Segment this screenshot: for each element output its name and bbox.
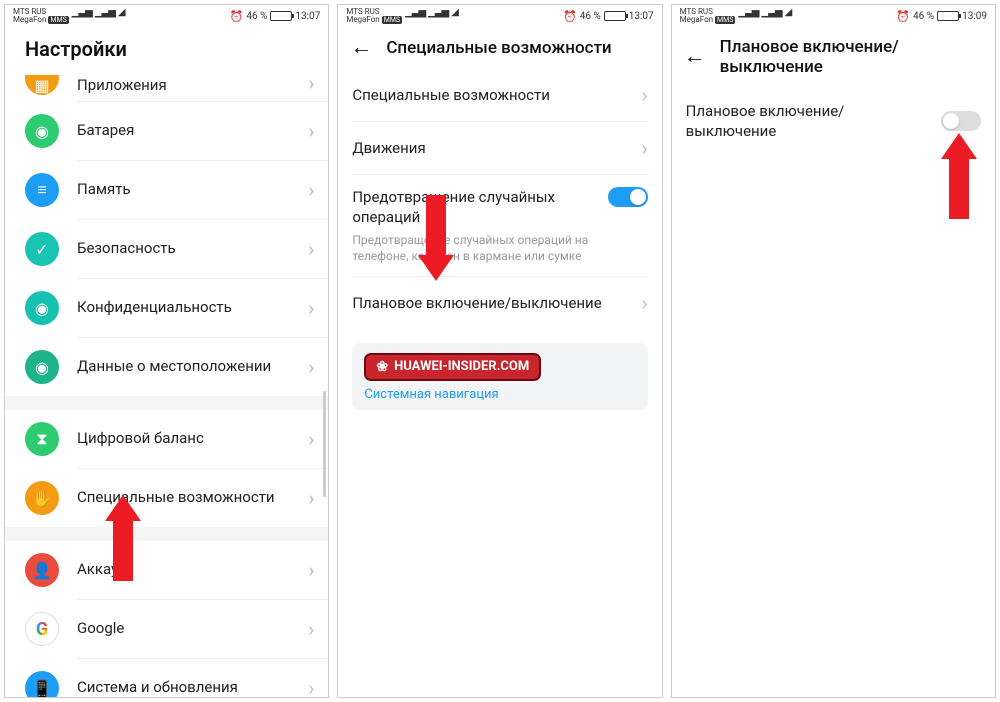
- shield-icon: ✓: [25, 232, 59, 266]
- carrier-2: MegaFon: [13, 15, 46, 24]
- watermark-pill: ❀ HUAWEI-INSIDER.COM: [364, 353, 541, 381]
- hourglass-icon: ⧗: [25, 422, 59, 456]
- row-label: Данные о местоположении: [77, 357, 308, 377]
- watermark-card: ❀ HUAWEI-INSIDER.COM Системная навигация: [352, 343, 647, 410]
- mms-badge: MMS: [48, 16, 68, 24]
- back-button[interactable]: ←: [684, 46, 706, 68]
- signal-icon: ▁▃▅: [428, 8, 448, 18]
- toggle-prevent-accidental[interactable]: [608, 187, 648, 207]
- row-motions[interactable]: Движения ›: [338, 122, 661, 174]
- chevron-right-icon: ›: [308, 178, 314, 202]
- privacy-icon: ◉: [25, 291, 59, 325]
- row-scheduled-toggle[interactable]: Плановое включение/выключение: [672, 87, 995, 156]
- header: Настройки: [5, 27, 328, 71]
- phone-scheduled-power: MTS RUS MegaFon MMS ▁▃▅ ▁▃▅ ◢ ⏰ 46 % 13:…: [671, 4, 996, 698]
- battery-icon: [937, 11, 959, 21]
- signal-icon: ▁▃▅: [72, 8, 92, 18]
- row-digital-balance[interactable]: ⧗ Цифровой баланс ›: [5, 410, 328, 468]
- status-bar: MTS RUS MegaFon MMS ▁▃▅ ▁▃▅ ◢ ⏰ 46 % 13:…: [5, 5, 328, 27]
- scrollbar[interactable]: [323, 391, 326, 497]
- huawei-logo-icon: ❀: [376, 359, 388, 375]
- wifi-icon: ◢: [118, 8, 126, 18]
- settings-list[interactable]: ▦ Приложения › ◉ Батарея › ≡ Память › ✓ …: [5, 71, 328, 697]
- row-label: Аккаун: [77, 560, 308, 580]
- row-label: Специальные возможности: [77, 488, 308, 508]
- phone-settings-main: MTS RUS MegaFon MMS ▁▃▅ ▁▃▅ ◢ ⏰ 46 % 13:…: [4, 4, 329, 698]
- row-label: Приложения: [77, 76, 308, 96]
- scheduled-list: Плановое включение/выключение: [672, 87, 995, 697]
- battery-icon: [604, 11, 626, 21]
- page-title: Специальные возможности: [386, 38, 611, 58]
- chevron-right-icon: ›: [308, 296, 314, 320]
- chevron-right-icon: ›: [308, 355, 314, 379]
- row-label: Система и обновления: [77, 678, 308, 697]
- back-button[interactable]: ←: [350, 37, 372, 59]
- alarm-icon: ⏰: [563, 10, 577, 23]
- page-title: Настройки: [25, 37, 127, 61]
- hand-icon: ✋: [25, 481, 59, 515]
- row-label: Конфиденциальность: [77, 298, 308, 318]
- status-bar: MTS RUS MegaFon MMS ▁▃▅ ▁▃▅ ◢ ⏰ 46 % 13:…: [338, 5, 661, 27]
- page-title: Плановое включение/выключение: [720, 37, 979, 77]
- chevron-right-icon: ›: [308, 237, 314, 261]
- row-label: Батарея: [77, 121, 308, 141]
- chevron-right-icon: ›: [642, 136, 648, 160]
- row-battery[interactable]: ◉ Батарея ›: [5, 102, 328, 160]
- row-label: Безопасность: [77, 239, 308, 259]
- accessibility-list[interactable]: Специальные возможности › Движения › Пре…: [338, 69, 661, 697]
- header: ← Плановое включение/выключение: [672, 27, 995, 87]
- clock: 13:07: [629, 11, 654, 22]
- google-icon: G: [25, 612, 59, 646]
- status-bar: MTS RUS MegaFon MMS ▁▃▅ ▁▃▅ ◢ ⏰ 46 % 13:…: [672, 5, 995, 27]
- row-accessibility[interactable]: ✋ Специальные возможности ›: [5, 469, 328, 527]
- row-privacy[interactable]: ◉ Конфиденциальность ›: [5, 279, 328, 337]
- toggle-scheduled-power[interactable]: [941, 111, 981, 131]
- chevron-right-icon: ›: [642, 83, 648, 107]
- phone-accessibility: MTS RUS MegaFon MMS ▁▃▅ ▁▃▅ ◢ ⏰ 46 % 13:…: [337, 4, 662, 698]
- row-system[interactable]: 📱 Система и обновления ›: [5, 659, 328, 697]
- phone-icon: 📱: [25, 671, 59, 697]
- apps-icon: ▦: [25, 75, 59, 95]
- row-location[interactable]: ◉ Данные о местоположении ›: [5, 338, 328, 396]
- row-security[interactable]: ✓ Безопасность ›: [5, 220, 328, 278]
- chevron-right-icon: ›: [308, 71, 314, 95]
- row-prevent-accidental[interactable]: Предотвращение случайных операций Предот…: [338, 175, 661, 276]
- row-label: Google: [77, 619, 308, 639]
- signal-icon: ▁▃▅: [405, 8, 425, 18]
- battery-pct: 46 %: [246, 11, 267, 22]
- row-accessibility-inner[interactable]: Специальные возможности ›: [338, 69, 661, 121]
- chevron-right-icon: ›: [308, 676, 314, 697]
- row-subtitle: Предотвращение случайных операций на тел…: [352, 232, 607, 264]
- row-apps[interactable]: ▦ Приложения ›: [5, 71, 328, 101]
- signal-icon: ▁▃▅: [762, 8, 782, 18]
- signal-icon: ▁▃▅: [738, 8, 758, 18]
- clock: 13:07: [295, 11, 320, 22]
- row-label: Предотвращение случайных операций: [352, 187, 607, 228]
- clock: 13:09: [962, 11, 987, 22]
- row-storage[interactable]: ≡ Память ›: [5, 161, 328, 219]
- system-nav-link[interactable]: Системная навигация: [364, 387, 635, 402]
- chevron-right-icon: ›: [308, 486, 314, 510]
- chevron-right-icon: ›: [308, 558, 314, 582]
- row-google[interactable]: G Google ›: [5, 600, 328, 658]
- row-label: Цифровой баланс: [77, 429, 308, 449]
- wifi-icon: ◢: [785, 8, 793, 18]
- wifi-icon: ◢: [451, 8, 459, 18]
- person-icon: 👤: [25, 553, 59, 587]
- row-accounts[interactable]: 👤 Аккаун ›: [5, 541, 328, 599]
- chevron-right-icon: ›: [308, 617, 314, 641]
- alarm-icon: ⏰: [896, 10, 910, 23]
- chevron-right-icon: ›: [308, 427, 314, 451]
- row-scheduled-power[interactable]: Плановое включение/выключение ›: [338, 277, 661, 329]
- chevron-right-icon: ›: [308, 119, 314, 143]
- alarm-icon: ⏰: [230, 10, 244, 23]
- storage-icon: ≡: [25, 173, 59, 207]
- signal-icon: ▁▃▅: [95, 8, 115, 18]
- row-label: Память: [77, 180, 308, 200]
- header: ← Специальные возможности: [338, 27, 661, 69]
- chevron-right-icon: ›: [642, 291, 648, 315]
- battery-row-icon: ◉: [25, 114, 59, 148]
- location-icon: ◉: [25, 350, 59, 384]
- battery-icon: [270, 11, 292, 21]
